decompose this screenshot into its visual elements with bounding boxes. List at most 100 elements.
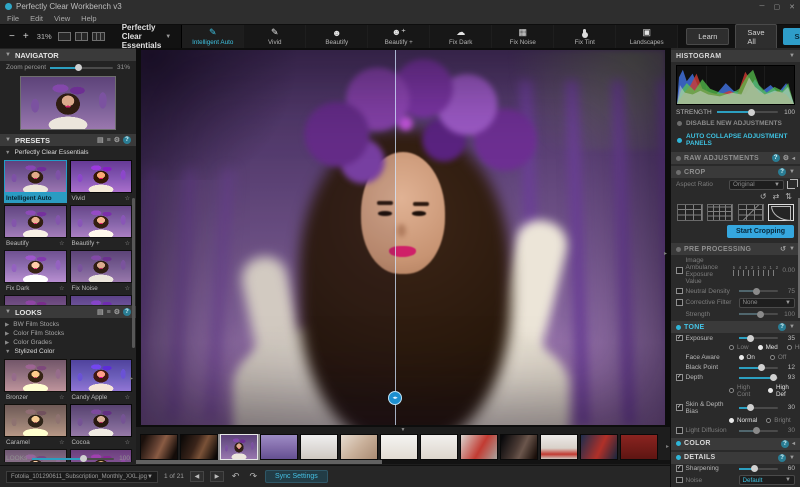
depth-slider[interactable] — [738, 374, 778, 381]
noise-preset-dropdown[interactable]: Default ▼ — [738, 475, 795, 485]
slider-knob[interactable] — [757, 310, 765, 318]
skin-normal-radio[interactable]: Normal — [729, 417, 757, 424]
help-icon[interactable]: ? — [778, 168, 787, 176]
filmstrip-scroll-right-icon[interactable]: ▸ — [666, 443, 669, 450]
navigator-thumbnail[interactable] — [20, 76, 116, 130]
filmstrip-thumbnail[interactable] — [580, 434, 618, 460]
aspect-ratio-dropdown[interactable]: Original ▼ — [729, 179, 784, 190]
filmstrip-thumbnail[interactable] — [620, 434, 658, 460]
skin-depth-bias-slider[interactable] — [738, 404, 778, 411]
filmstrip-thumbnail[interactable] — [500, 434, 538, 460]
pre-processing-panel-header[interactable]: PRE PROCESSING ↺ ▼ — [671, 243, 800, 255]
filmstrip-thumbnail[interactable] — [140, 434, 178, 460]
list-view-icon[interactable]: ≡ — [107, 137, 111, 144]
slider-knob[interactable] — [747, 334, 755, 342]
sync-settings-button[interactable]: Sync Settings — [264, 470, 328, 483]
save-button[interactable]: Save — [782, 28, 800, 45]
panel-enable-dot[interactable] — [676, 441, 681, 446]
skin-depth-bias-checkbox[interactable]: ✓ — [676, 404, 683, 411]
pre-strength-slider[interactable] — [738, 310, 778, 318]
exposure-med-radio[interactable]: Med — [757, 344, 778, 351]
looks-panel-header[interactable]: ▼ LOOKS ▤ ≡ ⚙ ? — [0, 306, 136, 318]
filmstrip-thumbnail[interactable] — [340, 434, 378, 460]
exposure-slider[interactable] — [738, 334, 778, 342]
next-image-button[interactable]: ▶ — [209, 471, 224, 482]
looks-group-color-film[interactable]: ▶ Color Film Stocks — [5, 329, 131, 338]
preset-group-select[interactable]: Perfectly Clear Essentials ▼ — [112, 23, 182, 50]
undo-icon[interactable]: ↶ — [230, 471, 242, 482]
flip-vertical-icon[interactable]: ⇅ — [785, 192, 792, 201]
preset-fix-dark[interactable]: Fix Dark ☆ — [4, 250, 67, 293]
looks-group-bw-film[interactable]: ▶ BW Film Stocks — [5, 320, 131, 329]
slider-knob[interactable] — [747, 108, 755, 116]
neutral-density-checkbox[interactable] — [676, 287, 683, 295]
slider-knob[interactable] — [80, 455, 88, 462]
slider-knob[interactable] — [758, 364, 766, 371]
before-after-divider[interactable] — [395, 50, 397, 425]
filmstrip-thumbnail[interactable] — [540, 434, 578, 460]
slider-knob[interactable] — [75, 64, 83, 71]
quick-preset-beautify-plus[interactable]: ☻⁺ Beautify + — [368, 25, 431, 48]
filmstrip-scrollbar[interactable] — [136, 460, 670, 464]
start-cropping-button[interactable]: Start Cropping — [727, 225, 794, 238]
preset-beautify[interactable]: Beautify ☆ — [4, 205, 67, 248]
filmstrip-view-icon[interactable]: ▤ — [97, 308, 104, 316]
sidebar-collapse-arrow[interactable]: ▸ — [130, 375, 133, 382]
filmstrip-thumbnail[interactable] — [260, 434, 298, 460]
help-icon[interactable]: ? — [778, 453, 787, 462]
help-icon[interactable]: ? — [780, 439, 789, 448]
crop-panel-header[interactable]: CROP ? ▼ — [671, 166, 800, 178]
filmstrip-thumbnail-selected[interactable] — [218, 434, 260, 460]
panel-enable-dot[interactable] — [676, 455, 681, 460]
help-icon[interactable]: ? — [771, 154, 780, 162]
sharpening-checkbox[interactable]: ✓ — [676, 465, 683, 472]
menu-edit[interactable]: Edit — [30, 14, 43, 23]
close-button[interactable]: ✕ — [789, 3, 795, 11]
depth-high-contrast-radio[interactable]: High Cont — [729, 384, 759, 398]
filmstrip-thumbnail[interactable] — [420, 434, 458, 460]
help-icon[interactable]: ? — [123, 308, 131, 316]
filmstrip-view-icon[interactable]: ▤ — [97, 136, 104, 144]
preset-beautify-plus[interactable]: Beautify + ☆ — [69, 205, 132, 248]
corrective-filter-checkbox[interactable] — [676, 299, 683, 306]
black-point-slider[interactable] — [738, 364, 778, 371]
light-diffusion-slider[interactable] — [738, 427, 778, 434]
favorite-star-icon[interactable]: ☆ — [59, 240, 64, 247]
quick-preset-fix-dark[interactable]: ☁ Fix Dark — [430, 25, 493, 48]
zoom-in-button[interactable]: + — [21, 31, 31, 42]
help-icon[interactable]: ? — [778, 323, 787, 331]
previous-image-button[interactable]: ◀ — [189, 471, 204, 482]
slider-knob[interactable] — [753, 287, 761, 295]
favorite-star-icon[interactable]: ☆ — [59, 439, 64, 446]
panel-enable-dot[interactable] — [676, 155, 681, 161]
help-icon[interactable]: ? — [123, 136, 131, 144]
favorite-star-icon[interactable]: ☆ — [125, 394, 130, 401]
overlay-spiral-button[interactable] — [767, 204, 794, 221]
raw-adjustments-panel-header[interactable]: RAW ADJUSTMENTS ? ⚙ ◂ — [671, 152, 800, 164]
slider-knob[interactable] — [750, 465, 758, 472]
list-view-icon[interactable]: ≡ — [107, 309, 111, 316]
filmstrip-thumbnail[interactable] — [300, 434, 338, 460]
face-aware-on-radio[interactable]: On — [738, 354, 755, 361]
neutral-density-slider[interactable] — [738, 287, 778, 295]
favorite-star-icon[interactable]: ☆ — [59, 394, 64, 401]
panel-enable-dot[interactable] — [676, 246, 681, 252]
looks-group-color-grades[interactable]: ▶ Color Grades — [5, 338, 131, 347]
gear-icon[interactable]: ⚙ — [114, 308, 120, 316]
preset-intelligent-auto[interactable]: Intelligent Auto — [4, 160, 67, 203]
presets-panel-header[interactable]: ▼ PRESETS ▤ ≡ ⚙ ? — [0, 134, 136, 146]
depth-high-def-radio[interactable]: High Def — [767, 384, 795, 398]
menu-help[interactable]: Help — [81, 14, 96, 23]
exposure-checkbox[interactable]: ✓ — [676, 334, 683, 342]
face-aware-off-radio[interactable]: Off — [769, 354, 786, 361]
maximize-button[interactable]: ▢ — [774, 3, 781, 11]
panel-enable-dot[interactable] — [676, 324, 681, 330]
auto-collapse-panels-option[interactable]: AUTO COLLAPSE ADJUSTMENT PANELS — [671, 130, 800, 150]
looks-group-stylized-color[interactable]: ▼ Stylized Color — [5, 347, 131, 356]
preset-fix-noise[interactable]: Fix Noise ☆ — [69, 250, 132, 293]
quick-preset-beautify[interactable]: ☻ Beautify — [306, 25, 369, 48]
exposure-low-radio[interactable]: Low — [729, 344, 749, 351]
favorite-star-icon[interactable]: ☆ — [125, 240, 130, 247]
view-split-button[interactable] — [74, 32, 88, 41]
skin-bright-radio[interactable]: Bright — [766, 417, 791, 424]
